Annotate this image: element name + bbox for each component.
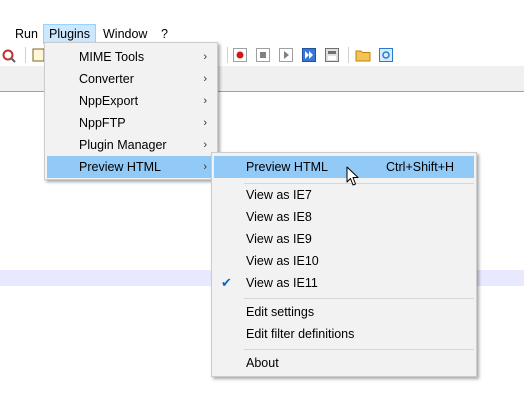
menu-item-view-ie7[interactable]: View as IE7 [214, 184, 474, 206]
menu-item-about[interactable]: About [214, 352, 474, 374]
play-macro-icon[interactable] [278, 47, 294, 63]
menu-item-label: Edit filter definitions [246, 327, 355, 341]
menu-help[interactable]: ? [156, 24, 173, 44]
menu-item-label: View as IE8 [246, 210, 312, 224]
run-macro-multiple-icon[interactable] [301, 47, 317, 63]
submenu-arrow-icon: › [203, 51, 207, 63]
menu-item-edit-filter-definitions[interactable]: Edit filter definitions [214, 323, 474, 345]
menu-item-label: View as IE10 [246, 254, 319, 268]
menu-item-preview-html-action[interactable]: Preview HTML Ctrl+Shift+H [214, 156, 474, 178]
menu-item-label: View as IE7 [246, 188, 312, 202]
menubar-item-partial[interactable] [0, 24, 6, 44]
menu-item-view-ie8[interactable]: View as IE8 [214, 206, 474, 228]
submenu-arrow-icon: › [203, 139, 207, 151]
find-icon[interactable] [0, 47, 16, 63]
menu-item-plugin-manager[interactable]: Plugin Manager › [47, 134, 215, 156]
save-macro-icon[interactable] [324, 47, 340, 63]
menubar: Run Plugins Window ? [0, 22, 524, 44]
menu-item-label: Preview HTML [79, 160, 161, 174]
menu-item-label: View as IE9 [246, 232, 312, 246]
plugins-menu: MIME Tools › Converter › NppExport › Npp… [44, 42, 218, 180]
menu-item-label: Plugin Manager [79, 138, 167, 152]
menu-item-label: NppFTP [79, 116, 126, 130]
menu-separator [244, 298, 474, 299]
preview-html-submenu: Preview HTML Ctrl+Shift+H View as IE7 Vi… [211, 152, 477, 377]
menu-item-label: Edit settings [246, 305, 315, 319]
mouse-cursor-icon [346, 166, 360, 187]
checkmark-icon: ✔ [221, 275, 232, 290]
menu-item-label: Preview HTML [246, 160, 328, 174]
submenu-arrow-icon: › [203, 95, 207, 107]
submenu-arrow-icon: › [203, 117, 207, 129]
menu-plugins[interactable]: Plugins [43, 24, 96, 44]
menu-item-nppexport[interactable]: NppExport › [47, 90, 215, 112]
menu-window[interactable]: Window [98, 24, 152, 44]
menu-item-label: About [246, 356, 279, 370]
menu-item-view-ie11[interactable]: ✔ View as IE11 [214, 272, 474, 294]
menu-run[interactable]: Run [10, 24, 43, 44]
submenu-arrow-icon: › [203, 73, 207, 85]
menu-item-label: View as IE11 [246, 276, 318, 290]
menu-item-view-ie9[interactable]: View as IE9 [214, 228, 474, 250]
stop-macro-icon[interactable] [255, 47, 271, 63]
menu-item-view-ie10[interactable]: View as IE10 [214, 250, 474, 272]
menu-separator [244, 349, 474, 350]
menu-item-mime-tools[interactable]: MIME Tools › [47, 46, 215, 68]
menu-item-edit-settings[interactable]: Edit settings [214, 301, 474, 323]
submenu-arrow-icon: › [203, 161, 207, 173]
menu-item-preview-html[interactable]: Preview HTML › [47, 156, 215, 178]
preview-html-icon[interactable] [378, 47, 394, 63]
folder-icon[interactable] [355, 47, 371, 63]
menu-item-label: NppExport [79, 94, 139, 108]
menu-item-nppftp[interactable]: NppFTP › [47, 112, 215, 134]
menu-item-converter[interactable]: Converter › [47, 68, 215, 90]
menu-item-label: MIME Tools [79, 50, 145, 64]
menu-item-label: Converter [79, 72, 134, 86]
shortcut-label: Ctrl+Shift+H [386, 160, 455, 174]
record-macro-icon[interactable] [232, 47, 248, 63]
